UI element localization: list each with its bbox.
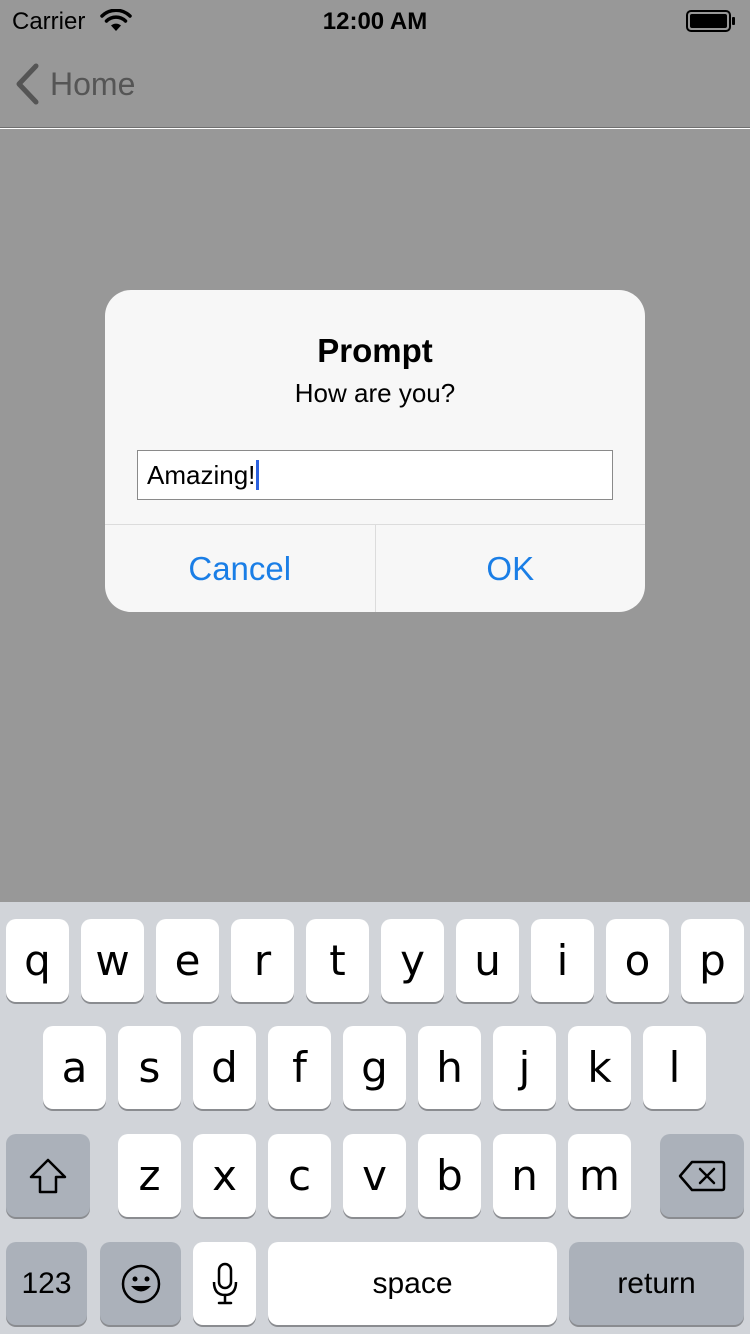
key-y[interactable]: y bbox=[381, 919, 444, 1002]
key-q[interactable]: q bbox=[6, 919, 69, 1002]
microphone-icon bbox=[212, 1262, 237, 1304]
dialog-text-value: Amazing! bbox=[147, 459, 256, 490]
numbers-key[interactable]: 123 bbox=[6, 1242, 87, 1325]
key-b[interactable]: b bbox=[418, 1134, 481, 1217]
status-bar: Carrier 12:00 AM bbox=[0, 0, 750, 40]
key-r[interactable]: r bbox=[231, 919, 294, 1002]
emoji-icon bbox=[121, 1264, 160, 1303]
key-w[interactable]: w bbox=[81, 919, 144, 1002]
key-i[interactable]: i bbox=[531, 919, 594, 1002]
shift-icon bbox=[29, 1158, 67, 1193]
microphone-key[interactable] bbox=[193, 1242, 256, 1325]
dialog-actions: Cancel OK bbox=[105, 524, 645, 612]
keyboard: q w e r t y u i o p a s d f g h j k l z … bbox=[0, 902, 750, 1334]
key-h[interactable]: h bbox=[418, 1026, 481, 1109]
prompt-dialog: Prompt How are you? Amazing! Cancel OK bbox=[105, 290, 645, 612]
key-m[interactable]: m bbox=[568, 1134, 631, 1217]
key-u[interactable]: u bbox=[456, 919, 519, 1002]
battery-icon bbox=[686, 10, 735, 32]
shift-key[interactable] bbox=[6, 1134, 90, 1217]
space-key[interactable]: space bbox=[268, 1242, 557, 1325]
key-x[interactable]: x bbox=[193, 1134, 256, 1217]
key-t[interactable]: t bbox=[306, 919, 369, 1002]
navigation-bar: Home bbox=[0, 40, 750, 128]
chevron-left-icon bbox=[16, 63, 39, 105]
key-g[interactable]: g bbox=[343, 1026, 406, 1109]
delete-icon bbox=[678, 1160, 726, 1191]
key-a[interactable]: a bbox=[43, 1026, 106, 1109]
key-n[interactable]: n bbox=[493, 1134, 556, 1217]
ok-button[interactable]: OK bbox=[376, 525, 646, 612]
key-c[interactable]: c bbox=[268, 1134, 331, 1217]
key-d[interactable]: d bbox=[193, 1026, 256, 1109]
key-k[interactable]: k bbox=[568, 1026, 631, 1109]
key-v[interactable]: v bbox=[343, 1134, 406, 1217]
dialog-text-field[interactable]: Amazing! bbox=[137, 450, 613, 500]
dialog-title: Prompt bbox=[317, 332, 433, 369]
cancel-button[interactable]: Cancel bbox=[105, 525, 376, 612]
back-button[interactable]: Home bbox=[14, 62, 135, 106]
key-s[interactable]: s bbox=[118, 1026, 181, 1109]
key-o[interactable]: o bbox=[606, 919, 669, 1002]
text-cursor bbox=[256, 460, 260, 490]
delete-key[interactable] bbox=[660, 1134, 744, 1217]
key-z[interactable]: z bbox=[118, 1134, 181, 1217]
key-e[interactable]: e bbox=[156, 919, 219, 1002]
dialog-message: How are you? bbox=[294, 378, 456, 408]
key-j[interactable]: j bbox=[493, 1026, 556, 1109]
key-f[interactable]: f bbox=[268, 1026, 331, 1109]
return-key[interactable]: return bbox=[569, 1242, 744, 1325]
status-time: 12:00 AM bbox=[322, 8, 428, 35]
back-label: Home bbox=[50, 65, 136, 102]
key-p[interactable]: p bbox=[681, 919, 744, 1002]
emoji-key[interactable] bbox=[100, 1242, 181, 1325]
key-l[interactable]: l bbox=[643, 1026, 706, 1109]
